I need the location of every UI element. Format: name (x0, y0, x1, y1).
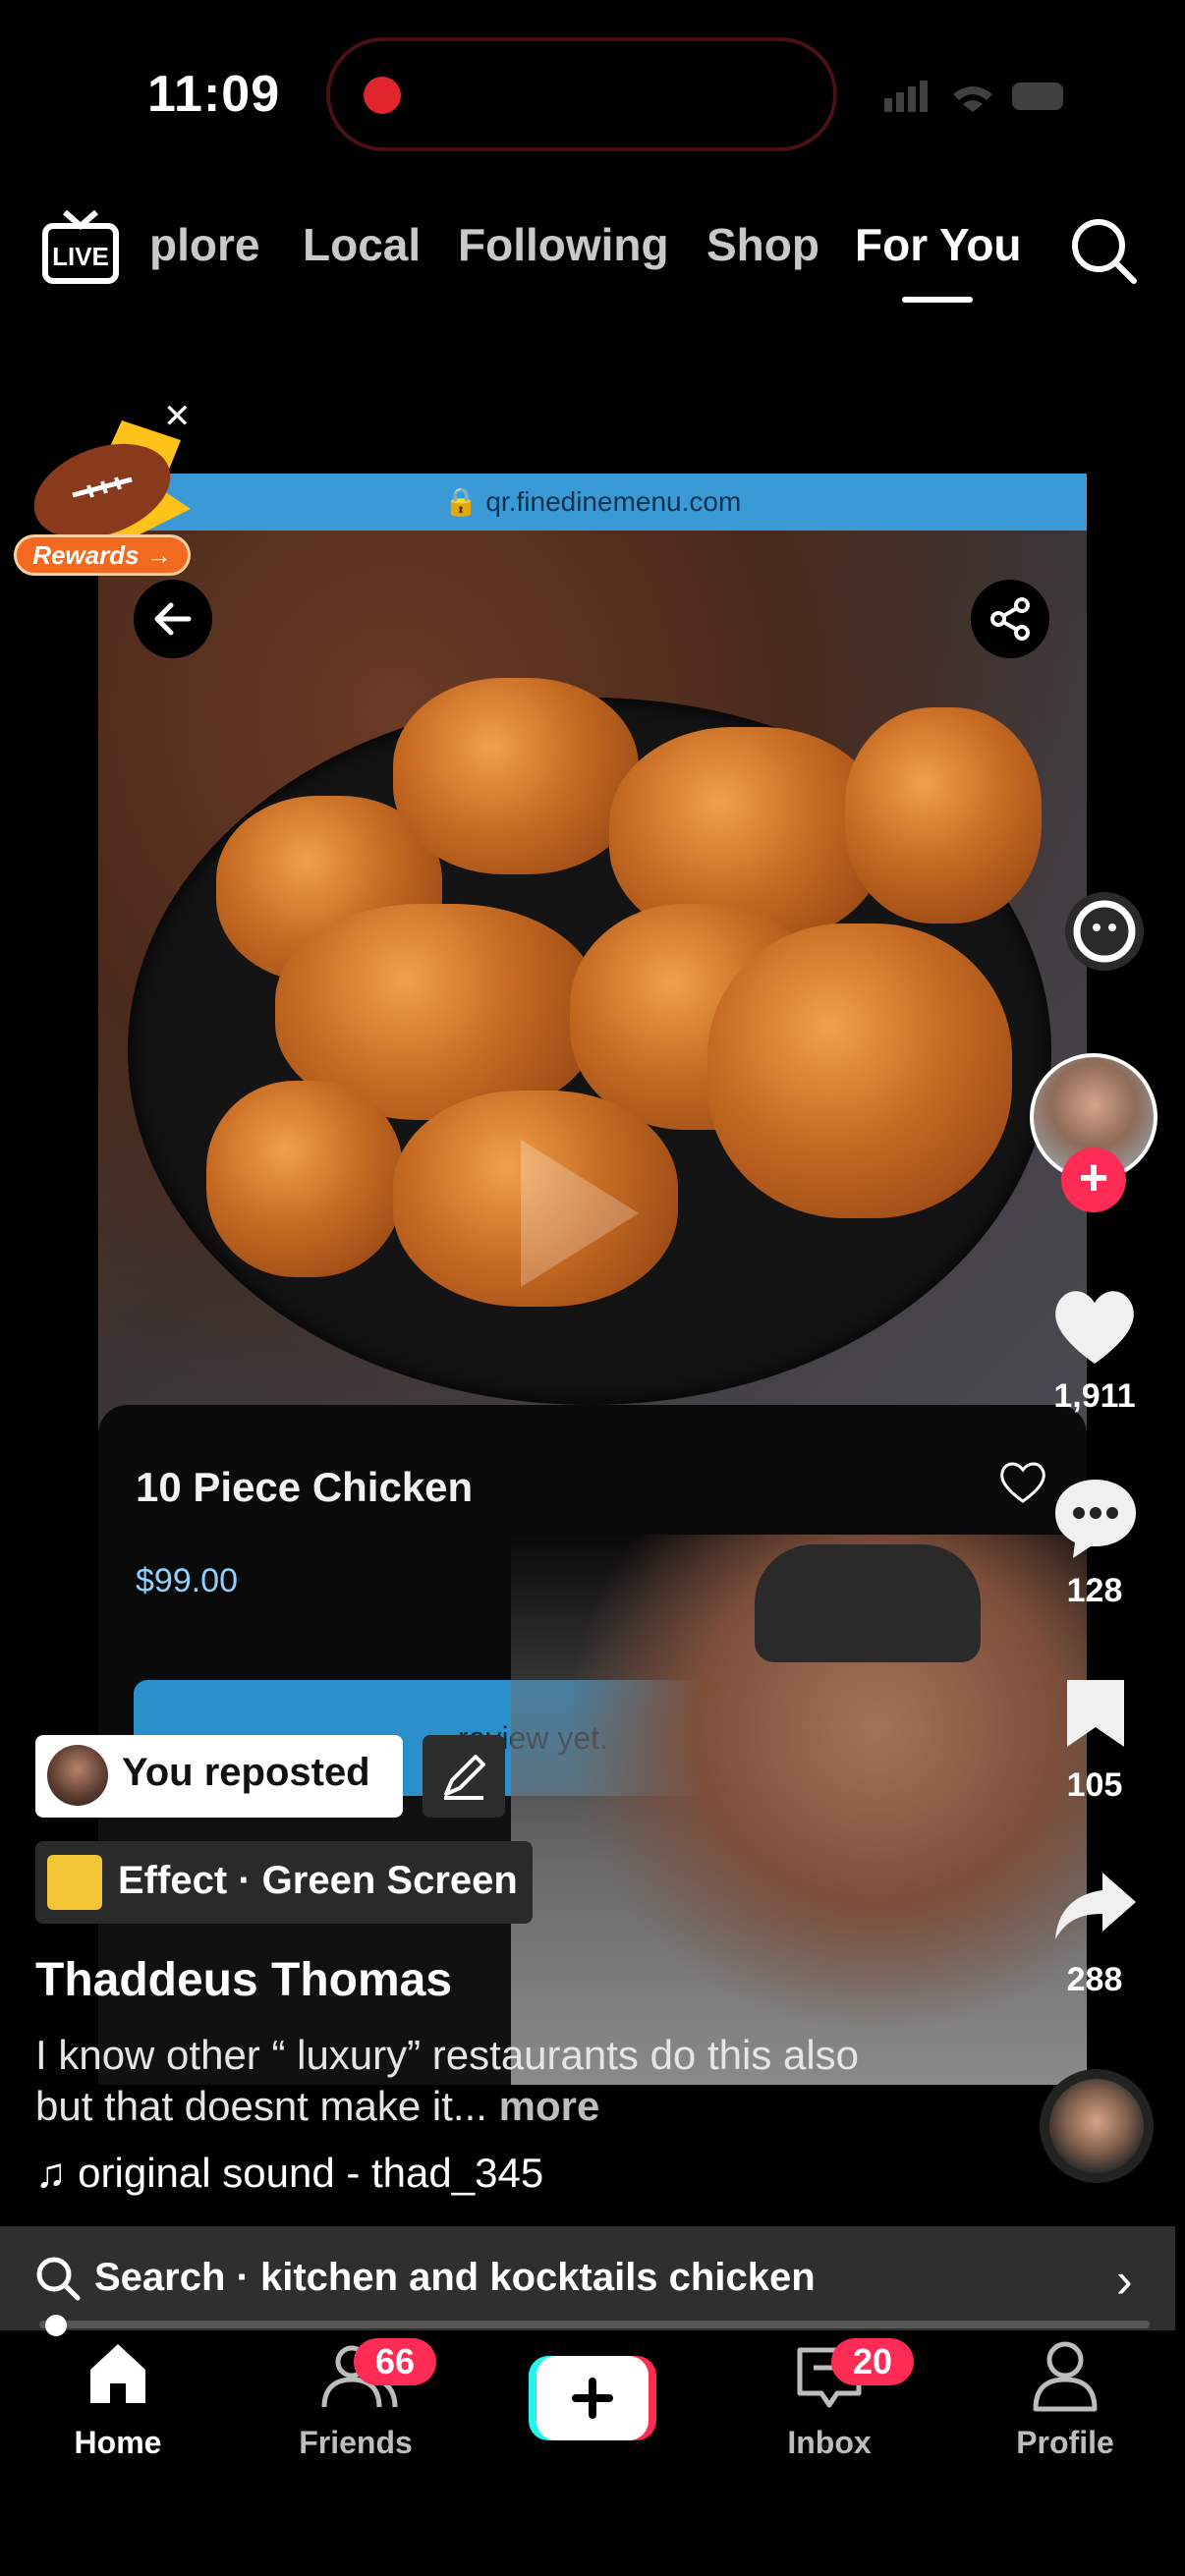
play-icon[interactable] (521, 1140, 639, 1287)
search-small-icon (36, 2257, 81, 2301)
heart-outline-icon (1000, 1462, 1045, 1503)
recording-dot-icon (364, 77, 401, 114)
search-suggestion-text: Search · kitchen and kocktails chicken (94, 2256, 816, 2299)
chicken-piece (393, 678, 639, 874)
edit-icon[interactable] (423, 1735, 505, 1818)
like-count: 1,911 (1053, 1377, 1136, 1415)
follow-plus-button[interactable]: + (1061, 1148, 1126, 1212)
live-icon[interactable]: LIVE (41, 208, 120, 287)
dynamic-island (326, 37, 837, 151)
sound-text: original sound - thad_345 (78, 2150, 544, 2196)
food-image (98, 531, 1087, 1434)
repost-avatar (47, 1745, 108, 1806)
tab-local[interactable]: Local (303, 218, 421, 271)
comment-icon[interactable] (1051, 1476, 1140, 1560)
friends-badge: 66 (354, 2338, 436, 2385)
chevron-right-icon: › (1116, 2253, 1133, 2308)
music-note-icon: ♫ (35, 2150, 67, 2196)
url-text: qr.finedinemenu.com (485, 486, 742, 517)
tab-for-you[interactable]: For You (855, 218, 1022, 271)
profile-icon (1033, 2341, 1098, 2412)
svg-text:LIVE: LIVE (52, 242, 109, 271)
author-name[interactable]: Thaddeus Thomas (35, 1953, 452, 2007)
nav-friends-label: Friends (299, 2425, 413, 2460)
video-progress-bar[interactable] (39, 2321, 1150, 2328)
back-arrow-icon (134, 580, 212, 658)
heart-icon[interactable] (1049, 1285, 1140, 1366)
rewards-button[interactable]: Rewards → (14, 534, 191, 576)
save-count: 105 (1066, 1766, 1123, 1804)
close-icon[interactable]: ✕ (163, 397, 192, 436)
more-link[interactable]: more (499, 2083, 600, 2129)
chicken-piece (206, 1081, 403, 1277)
share-nodes-icon (971, 580, 1049, 658)
home-icon (90, 2344, 145, 2403)
repost-badge[interactable]: You reposted (35, 1735, 403, 1818)
signal-wifi-battery-icon (884, 81, 1063, 112)
tab-shop[interactable]: Shop (706, 218, 819, 271)
tab-following[interactable]: Following (458, 218, 669, 271)
inbox-badge: 20 (831, 2338, 914, 2385)
ai-face-icon[interactable] (1061, 888, 1148, 975)
chicken-piece (707, 924, 1012, 1218)
effect-label: Effect · Green Screen (118, 1859, 518, 1902)
url-bar: 🔒 qr.finedinemenu.com (98, 474, 1087, 531)
nav-home-label: Home (74, 2425, 162, 2460)
nav-profile-label: Profile (1016, 2425, 1114, 2460)
music-disc[interactable] (1040, 2069, 1154, 2183)
effect-sparkle-icon (47, 1855, 102, 1910)
effect-badge[interactable]: Effect · Green Screen (35, 1841, 533, 1924)
tab-explore[interactable]: plore (149, 218, 259, 271)
active-tab-indicator (902, 297, 973, 303)
creator-cap (755, 1544, 981, 1662)
progress-handle[interactable] (45, 2315, 67, 2336)
repost-label: You reposted (122, 1751, 370, 1794)
description-text: I know other “ luxury” restaurants do th… (35, 2032, 860, 2129)
create-plus-button[interactable] (529, 2356, 656, 2440)
item-title: 10 Piece Chicken (136, 1464, 474, 1510)
comment-count: 128 (1066, 1572, 1123, 1609)
status-time: 11:09 (147, 66, 281, 123)
bookmark-icon[interactable] (1063, 1676, 1128, 1751)
sound-label[interactable]: ♫ original sound - thad_345 (35, 2150, 543, 2197)
share-count: 288 (1066, 1961, 1123, 1998)
search-icon[interactable] (1067, 214, 1138, 285)
share-arrow-icon[interactable] (1051, 1869, 1138, 1943)
post-description: I know other “ luxury” restaurants do th… (35, 2030, 900, 2132)
chicken-piece (845, 707, 1042, 924)
nav-inbox-label: Inbox (787, 2425, 872, 2460)
item-price: $99.00 (136, 1562, 238, 1599)
